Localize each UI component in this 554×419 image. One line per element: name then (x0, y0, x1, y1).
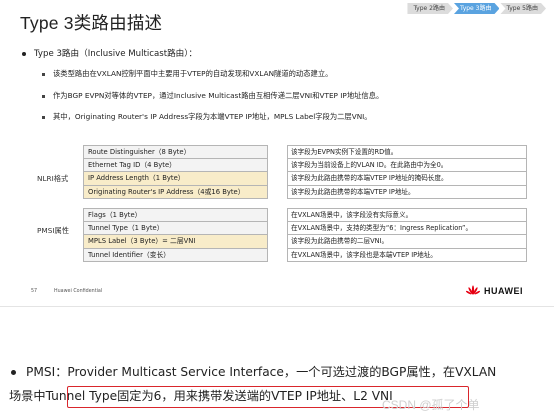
pmsi-descriptions: 在VXLAN场景中，该字段没有实际意义。 在VXLAN场景中，支持的类型为“6：… (287, 208, 527, 262)
field-originating-router-ip: Originating Router's IP Address（4或16 Byt… (83, 185, 268, 199)
field-mpls-label: MPLS Label（3 Byte）= 二层VNI (83, 235, 268, 249)
nlri-label: NLRI格式 (37, 174, 69, 183)
sub-bullet-2: 作为BGP EVPN对等体的VTEP，通过Inclusive Multicast… (42, 91, 383, 101)
note-line-2-prefix: 场景中 (9, 389, 46, 403)
bullet-dot-icon (22, 51, 26, 56)
desc-mpls-label: 该字段为此路由携带的二层VNI。 (287, 235, 527, 249)
nlri-fields: Route Distinguisher（8 Byte） Ethernet Tag… (83, 145, 268, 199)
nlri-descriptions: 该字段为EVPN实例下设置的RD值。 该字段为当前设备上的VLAN ID。在此路… (287, 145, 527, 199)
sub-bullet-text: 其中，Originating Router's IP Address字段为本端V… (53, 112, 372, 121)
huawei-logo-text: HUAWEI (484, 285, 523, 296)
pmsi-label: PMSI属性 (37, 226, 70, 235)
note-line-2-boxed: Tunnel Type固定为6，用来携带发送端的VTEP IP地址、L2 VNI (45, 389, 393, 403)
tab-type3[interactable]: Type 3路由 (454, 3, 500, 14)
confidential-label: Huawei Confidential (54, 289, 103, 294)
note-line-1-text: PMSI：Provider Multicast Service Interfac… (26, 365, 497, 379)
pmsi-fields: Flags（1 Byte） Tunnel Type（1 Byte） MPLS L… (83, 208, 268, 262)
progress-tabs: Type 2路由 Type 3路由 Type 5路由 (406, 3, 546, 14)
main-bullet: Type 3路由（Inclusive Multicast路由）： (22, 47, 197, 59)
note-line-1: PMSI：Provider Multicast Service Interfac… (9, 360, 554, 384)
bullet-dot-icon (11, 370, 16, 375)
desc-route-distinguisher: 该字段为EVPN实例下设置的RD值。 (287, 145, 527, 159)
field-tunnel-identifier: Tunnel Identifier（变长） (83, 248, 268, 262)
huawei-logo: HUAWEI (466, 285, 523, 296)
square-bullet-icon (42, 94, 45, 98)
slide-title: Type 3类路由描述 (20, 13, 163, 33)
desc-originating-router-ip: 该字段为此路由携带的本端VTEP IP地址。 (287, 185, 527, 199)
field-tunnel-type: Tunnel Type（1 Byte） (83, 221, 268, 235)
field-ethernet-tag-id: Ethernet Tag ID（4 Byte） (83, 158, 268, 172)
desc-ethernet-tag-id: 该字段为当前设备上的VLAN ID。在此路由中为全0。 (287, 158, 527, 172)
desc-ip-address-length: 该字段为此路由携带的本端VTEP IP地址的掩码长度。 (287, 172, 527, 186)
huawei-flower-icon (466, 285, 480, 295)
sub-bullet-text: 该类型路由在VXLAN控制平面中主要用于VTEP的自动发现和VXLAN隧道的动态… (53, 69, 333, 78)
sub-bullet-1: 该类型路由在VXLAN控制平面中主要用于VTEP的自动发现和VXLAN隧道的动态… (42, 69, 332, 79)
watermark: CSDN @孤了个单 (382, 398, 480, 412)
square-bullet-icon (42, 72, 45, 76)
desc-tunnel-type: 在VXLAN场景中，支持的类型为“6：Ingress Replication”。 (287, 221, 527, 235)
slide: Type 3类路由描述 Type 2路由 Type 3路由 Type 5路由 T… (0, 0, 554, 307)
tab-type5[interactable]: Type 5路由 (500, 3, 546, 14)
square-bullet-icon (42, 115, 45, 119)
desc-tunnel-identifier: 在VXLAN场景中，该字段也是本端VTEP IP地址。 (287, 248, 527, 262)
sub-bullet-text: 作为BGP EVPN对等体的VTEP，通过Inclusive Multicast… (53, 91, 384, 100)
tab-type2[interactable]: Type 2路由 (407, 3, 453, 14)
field-flags: Flags（1 Byte） (83, 208, 268, 222)
main-bullet-text: Type 3路由（Inclusive Multicast路由）： (34, 49, 198, 59)
page-number: 57 (31, 289, 38, 294)
field-route-distinguisher: Route Distinguisher（8 Byte） (83, 145, 268, 159)
sub-bullet-3: 其中，Originating Router's IP Address字段为本端V… (42, 112, 372, 122)
field-ip-address-length: IP Address Length（1 Byte） (83, 172, 268, 186)
desc-flags: 在VXLAN场景中，该字段没有实际意义。 (287, 208, 527, 222)
